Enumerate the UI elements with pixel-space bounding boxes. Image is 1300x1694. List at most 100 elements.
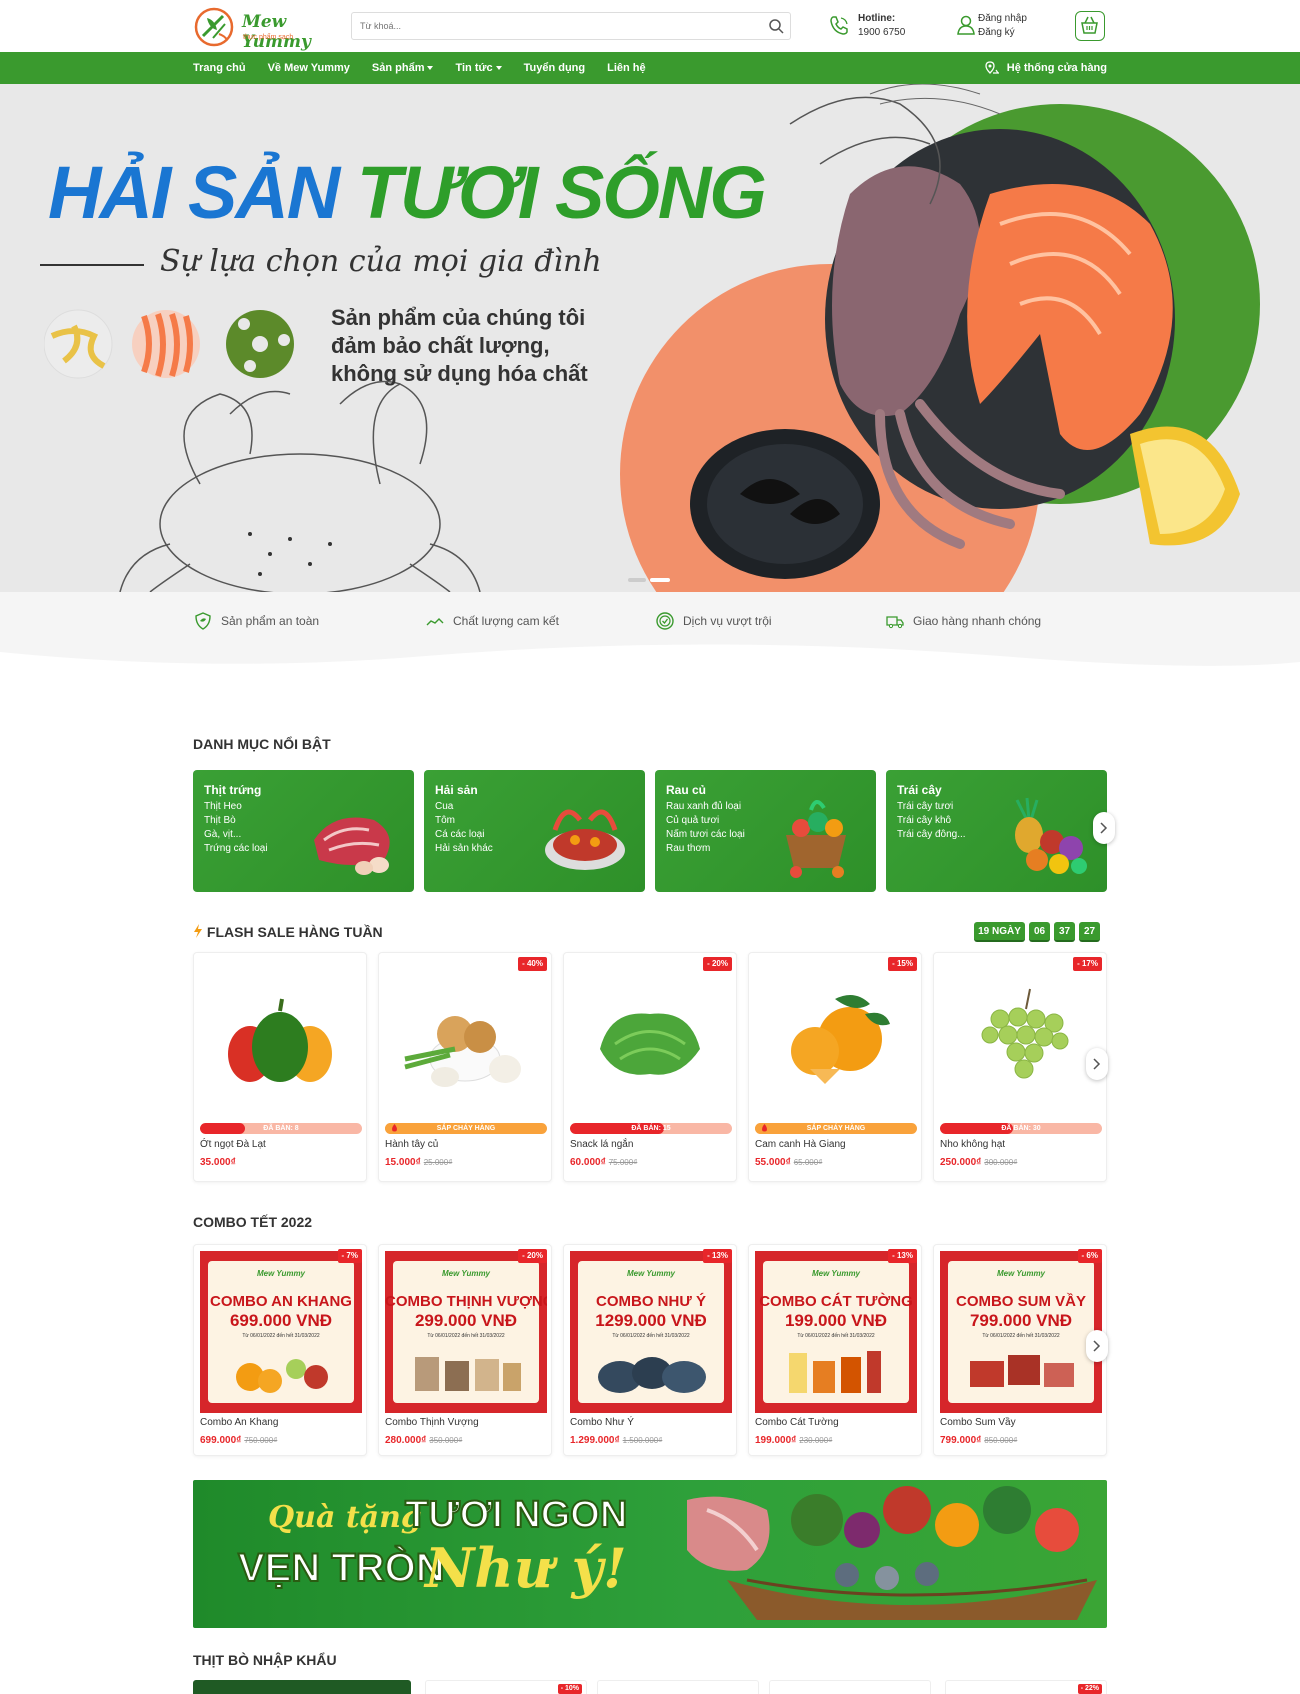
product-price: 799.000₫ 850.000₫ [940, 1435, 1017, 1446]
site-logo[interactable]: Mew Yummy thực phẩm sạch [193, 6, 335, 52]
product-name[interactable]: Combo Như Ý [570, 1417, 634, 1428]
category-next-button[interactable] [1093, 812, 1115, 844]
product-name[interactable]: Combo Thịnh Vượng [385, 1417, 479, 1428]
store-system-link[interactable]: Hệ thống cửa hàng [984, 52, 1107, 84]
combo-banner-price: 299.000 VNĐ [414, 1311, 518, 1330]
product-card[interactable]: - 15% SẮP CHÁY HÀNG Cam canh Hà Giang 55… [748, 952, 922, 1182]
combo-banner-brand: Mew Yummy [811, 1269, 860, 1278]
category-subitem[interactable]: Trái cây tươi [897, 800, 966, 814]
category-name: Thịt trứng [204, 783, 262, 797]
current-price: 799.000₫ [940, 1435, 982, 1446]
product-name[interactable]: Hành tây củ [385, 1139, 438, 1150]
handshake-icon [426, 618, 444, 626]
discount-badge: - 10% [557, 1684, 582, 1694]
category-card-seafood[interactable]: Hải sản Cua Tôm Cá các loại Hải sản khác [424, 770, 645, 892]
nav-careers[interactable]: Tuyển dụng [524, 52, 586, 84]
flash-sale-next-button[interactable] [1086, 1048, 1108, 1080]
category-subitem[interactable]: Nấm tươi các loại [666, 828, 745, 842]
category-subitem[interactable]: Gà, vịt... [204, 828, 268, 842]
search-icon[interactable] [768, 18, 784, 34]
sold-progress-label: SẮP CHÁY HÀNG [385, 1123, 547, 1134]
nav-news-label: Tin tức [455, 62, 493, 74]
nav-contact[interactable]: Liên hệ [607, 52, 646, 84]
search-input[interactable] [352, 13, 742, 39]
product-card[interactable] [769, 1680, 931, 1694]
nav-about[interactable]: Về Mew Yummy [268, 52, 350, 84]
sold-progress-label: ĐÃ BÁN: 30 [1001, 1125, 1041, 1132]
product-name[interactable]: Snack lá ngắn [570, 1139, 633, 1150]
product-card[interactable]: Mew Yummy COMBO AN KHANG 699.000 VNĐ Từ … [193, 1244, 367, 1456]
category-subitem[interactable]: Thịt Heo [204, 800, 268, 814]
basket-icon [1081, 16, 1098, 34]
combo-goods-image [970, 1355, 1074, 1387]
category-subitem[interactable]: Trứng các loại [204, 842, 268, 856]
product-card[interactable]: Mew Yummy COMBO THỊNH VƯỢNG 299.000 VNĐ … [378, 1244, 552, 1456]
product-card[interactable]: - 10% [425, 1680, 587, 1694]
discount-badge: - 6% [1077, 1249, 1102, 1263]
product-name[interactable]: Nho không hạt [940, 1139, 1005, 1150]
hero-description: Sản phẩm của chúng tôi đảm bảo chất lượn… [331, 305, 588, 386]
product-card[interactable]: - 17% ĐÃ BÁN: 30 Nho không hạt 250.000₫ 3… [933, 952, 1107, 1182]
login-link[interactable]: Đăng nhập [978, 13, 1027, 24]
old-price: 850.000₫ [984, 1436, 1018, 1445]
category-card-meat[interactable]: Thịt trứng Thịt Heo Thịt Bò Gà, vịt... T… [193, 770, 414, 892]
combo-banner-price: 699.000 VNĐ [229, 1311, 333, 1330]
category-subitem[interactable]: Thịt Bò [204, 814, 268, 828]
hero-banner[interactable]: HẢI SẢN TƯƠI SỐNG Sự lựa chọn của mọi gi… [0, 84, 1300, 592]
category-grid: Thịt trứng Thịt Heo Thịt Bò Gà, vịt... T… [193, 770, 1115, 892]
product-card[interactable]: - 40% SẮP CHÁY HÀNG Hành tây củ 15.000₫ 2… [378, 952, 552, 1182]
phone-icon [830, 16, 848, 35]
product-name[interactable]: Cam canh Hà Giang [755, 1139, 846, 1150]
nav-news[interactable]: Tin tức [455, 52, 502, 84]
combo-banner-dates: Từ 06/01/2022 đến hết 31/03/2022 [797, 1333, 875, 1339]
product-card[interactable]: Mew Yummy COMBO SUM VẦY 799.000 VNĐ Từ 0… [933, 1244, 1107, 1456]
product-card[interactable]: Mew Yummy COMBO NHƯ Ý 1299.000 VNĐ Từ 06… [563, 1244, 737, 1456]
promo-banner[interactable]: Quà tặng TƯƠI NGON VẸN TRÒN Như ý! [193, 1480, 1107, 1628]
hero-title: HẢI SẢN TƯƠI SỐNG [48, 150, 767, 235]
old-price: 750.000₫ [244, 1436, 278, 1445]
category-subitem[interactable]: Trái cây đông... [897, 828, 966, 842]
product-name[interactable]: Combo Sum Vầy [940, 1417, 1016, 1428]
fire-icon [392, 1124, 397, 1132]
product-card[interactable]: ĐÃ BÁN: 8 Ớt ngọt Đà Lạt 35.000₫ [193, 952, 367, 1182]
category-subitem[interactable]: Tôm [435, 814, 493, 828]
combo-next-button[interactable] [1086, 1330, 1108, 1362]
account-links: Đăng nhập Đăng ký [956, 11, 1056, 41]
product-name[interactable]: Combo Cát Tường [755, 1417, 839, 1428]
category-subitem[interactable]: Rau xanh đủ loại [666, 800, 745, 814]
product-card[interactable]: - 22% [945, 1680, 1107, 1694]
current-price: 199.000₫ [755, 1435, 797, 1446]
product-image [791, 995, 890, 1084]
current-price: 35.000₫ [200, 1157, 236, 1168]
product-name[interactable]: Combo An Khang [200, 1417, 278, 1428]
register-link[interactable]: Đăng ký [978, 27, 1015, 38]
category-card-vegetables[interactable]: Rau củ Rau xanh đủ loại Củ quả tươi Nấm … [655, 770, 876, 892]
feature-delivery-label: Giao hàng nhanh chóng [913, 614, 1042, 628]
combo-banner-dates: Từ 06/01/2022 đến hết 31/03/2022 [427, 1333, 505, 1339]
category-card-fruit[interactable]: Trái cây Trái cây tươi Trái cây khô Trái… [886, 770, 1107, 892]
category-name: Trái cây [897, 783, 942, 797]
category-subitem[interactable]: Cá các loại [435, 828, 493, 842]
product-price: 15.000₫ 25.000₫ [385, 1157, 452, 1168]
category-subitem[interactable]: Cua [435, 800, 493, 814]
brand-name: Mew Yummy [242, 12, 311, 52]
product-price: 55.000₫ 65.000₫ [755, 1157, 822, 1168]
nav-products[interactable]: Sản phẩm [372, 52, 434, 84]
category-subitem[interactable]: Trái cây khô [897, 814, 966, 828]
product-name[interactable]: Ớt ngọt Đà Lạt [200, 1139, 266, 1150]
category-subitem[interactable]: Củ quả tươi [666, 814, 745, 828]
slider-dots[interactable] [628, 578, 672, 582]
product-card[interactable]: - 20% ĐÃ BÁN: 15 Snack lá ngắn 60.000₫ 75… [563, 952, 737, 1182]
hotline-label: Hotline: [858, 13, 896, 24]
category-subitem[interactable]: Rau thơm [666, 842, 745, 856]
cart-button[interactable] [1075, 11, 1105, 41]
product-card[interactable] [597, 1680, 759, 1694]
product-card[interactable]: Mew Yummy COMBO CÁT TƯỜNG 199.000 VNĐ Từ… [748, 1244, 922, 1456]
beef-banner-card[interactable] [193, 1680, 411, 1694]
promo-line-1: Quà tặng [268, 1500, 422, 1535]
category-subitem[interactable]: Hải sản khác [435, 842, 493, 856]
nav-home[interactable]: Trang chủ [193, 52, 246, 84]
sold-progress-label: ĐÃ BÁN: 15 [631, 1125, 671, 1132]
combo-banner-title: COMBO THỊNH VƯỢNG [385, 1293, 547, 1310]
combo-goods-image [789, 1351, 881, 1393]
